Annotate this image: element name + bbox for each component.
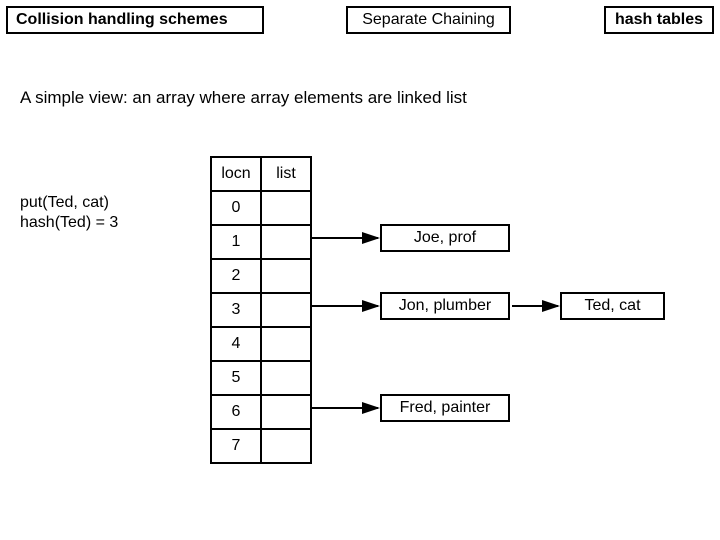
title-right-box: hash tables (604, 6, 714, 34)
table-row-list (261, 259, 311, 293)
arrows-layer (0, 0, 720, 540)
table-row: 3 (211, 293, 261, 327)
table-row: 0 (211, 191, 261, 225)
node-jon: Jon, plumber (380, 292, 510, 320)
node-joe-label: Joe, prof (414, 229, 476, 246)
table-row-list (261, 225, 311, 259)
node-fred-label: Fred, painter (400, 399, 491, 416)
hash-table: locn list 0 1 2 3 4 5 6 7 (210, 156, 312, 464)
node-jon-label: Jon, plumber (399, 297, 492, 314)
table-row: 1 (211, 225, 261, 259)
table-row-list (261, 361, 311, 395)
operation-line2: hash(Ted) = 3 (20, 214, 118, 232)
node-ted-label: Ted, cat (584, 297, 640, 314)
table-row-list (261, 191, 311, 225)
table-row-list (261, 293, 311, 327)
node-fred: Fred, painter (380, 394, 510, 422)
table-head-list: list (261, 157, 311, 191)
table-head-locn: locn (211, 157, 261, 191)
subtitle: A simple view: an array where array elem… (20, 88, 467, 108)
table-row-list (261, 327, 311, 361)
table-row: 4 (211, 327, 261, 361)
table-row: 7 (211, 429, 261, 463)
title-middle: Separate Chaining (362, 11, 495, 28)
table-row-list (261, 395, 311, 429)
table-row: 5 (211, 361, 261, 395)
title-left: Collision handling schemes (16, 11, 228, 28)
node-ted: Ted, cat (560, 292, 665, 320)
table-row: 6 (211, 395, 261, 429)
title-right: hash tables (615, 11, 703, 28)
operation-line1: put(Ted, cat) (20, 194, 109, 212)
table-row-list (261, 429, 311, 463)
title-left-box: Collision handling schemes (6, 6, 264, 34)
table-row: 2 (211, 259, 261, 293)
node-joe: Joe, prof (380, 224, 510, 252)
title-middle-box: Separate Chaining (346, 6, 511, 34)
